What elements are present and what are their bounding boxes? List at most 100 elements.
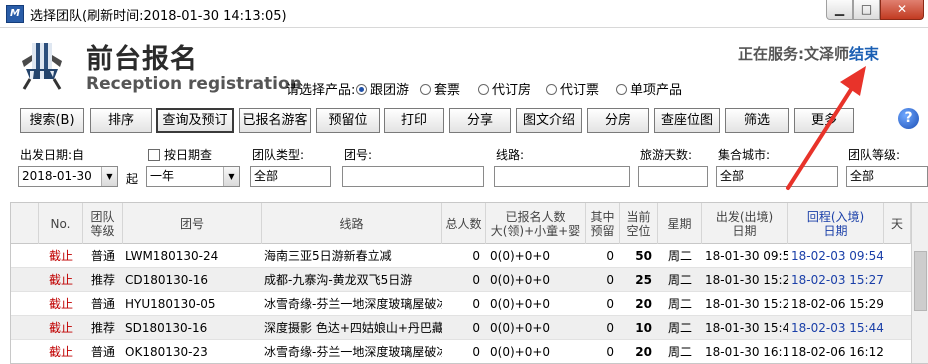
depart-cell: 18-01-30 15:44	[705, 321, 788, 335]
header-cell-no[interactable]: No.	[39, 203, 83, 244]
total-cell: 0	[472, 273, 480, 287]
maximize-button[interactable]: □	[853, 0, 880, 20]
table-row[interactable]: 截止 普通 HYU180130-05 冰雪奇缘-芬兰一地深度玻璃屋破冰 0 0(…	[11, 292, 928, 316]
return-cell: 18-02-06 15:29	[791, 297, 884, 311]
table-row[interactable]: 截止 普通 LWM180130-24 海南三亚5日游新春立减 0 0(0)+0+…	[11, 244, 928, 268]
table-row[interactable]: 截止 推荐 SD180130-16 深度摄影 色达+四姑娘山+丹巴藏寨 0 0(…	[11, 316, 928, 340]
level-cell: 普通	[90, 345, 115, 359]
radio-icon	[616, 84, 627, 95]
header-cell-total[interactable]: 总人数	[442, 203, 486, 244]
registered-cell: 0(0)+0+0	[490, 345, 551, 359]
depart-cell: 18-01-30 16:12	[705, 345, 788, 359]
registered-tourists-button[interactable]: 已报名游客	[239, 108, 311, 133]
level-field[interactable]: 全部	[846, 166, 928, 187]
room-allocation-button[interactable]: 分房	[587, 108, 649, 133]
header-cell-return[interactable]: 回程(入境) 日期	[788, 203, 884, 244]
close-button[interactable]: ✕	[880, 0, 924, 20]
product-radio-single[interactable]: 单项产品	[616, 79, 682, 98]
query-book-button[interactable]: 查询及预订	[156, 108, 234, 133]
share-button[interactable]: 分享	[449, 108, 511, 133]
level-cell: 普通	[90, 249, 115, 263]
reserved-cell: 0	[606, 321, 614, 335]
team-type-field[interactable]: 全部	[250, 166, 331, 187]
return-cell: 18-02-03 09:54	[791, 249, 884, 263]
status-cell: 截止	[48, 249, 73, 263]
service-status: 正在服务:文泽师结束	[738, 45, 880, 63]
product-radio-hotel[interactable]: 代订房	[478, 79, 531, 98]
sort-button[interactable]: 排序	[90, 108, 152, 133]
team-cell: SD180130-16	[125, 321, 208, 335]
header-cell-route[interactable]: 线路	[262, 203, 442, 244]
registered-cell: 0(0)+0+0	[490, 297, 551, 311]
checkbox-icon	[148, 149, 160, 161]
depart-cell: 18-01-30 15:29	[705, 297, 788, 311]
status-cell: 截止	[48, 321, 73, 335]
depart-date-picker[interactable]: 2018-01-30 ▼	[18, 166, 118, 187]
reserved-cell: 0	[606, 249, 614, 263]
weekday-cell: 周二	[667, 321, 692, 335]
team-table: No. 团队 等级 团号 线路 总人数 已报名人数 大(领)+小童+婴 其中 预…	[10, 202, 928, 364]
header-cell-level[interactable]: 团队 等级	[83, 203, 123, 244]
route-cell: 深度摄影 色达+四姑娘山+丹巴藏寨	[264, 321, 442, 335]
scrollbar-thumb[interactable]	[914, 251, 927, 311]
days-field[interactable]	[638, 166, 708, 187]
dropdown-arrow-icon[interactable]: ▼	[101, 167, 117, 186]
filter-panel: 出发日期:自 按日期查 团队类型: 团号: 线路: 旅游天数: 集合城市: 团队…	[0, 140, 928, 198]
total-cell: 0	[472, 249, 480, 263]
route-field[interactable]	[494, 166, 630, 187]
header-cell-team[interactable]: 团号	[123, 203, 262, 244]
seat-map-button[interactable]: 查座位图	[654, 108, 720, 133]
weekday-cell: 周二	[667, 249, 692, 263]
team-cell: CD180130-16	[125, 273, 209, 287]
header-cell-weekday[interactable]: 星期	[658, 203, 702, 244]
return-cell: 18-02-03 15:44	[791, 321, 884, 335]
period-select[interactable]: 一年 ▼	[146, 166, 240, 187]
route-cell: 海南三亚5日游新春立减	[264, 249, 392, 263]
table-row[interactable]: 截止 普通 OK180130-23 冰雪奇缘-芬兰一地深度玻璃屋破冰 0 0(0…	[11, 340, 928, 363]
header-cell-reserved[interactable]: 其中 预留	[586, 203, 620, 244]
vertical-scrollbar[interactable]	[911, 203, 928, 363]
end-service-link[interactable]: 结束	[849, 45, 879, 63]
vacant-cell: 20	[635, 345, 652, 359]
team-cell: LWM180130-24	[125, 249, 219, 263]
help-icon[interactable]: ?	[898, 108, 919, 129]
header-cell-vacant[interactable]: 当前 空位	[620, 203, 658, 244]
by-date-checkbox[interactable]: 按日期查	[148, 146, 212, 163]
dropdown-arrow-icon[interactable]: ▼	[223, 167, 239, 186]
table-header: No. 团队 等级 团号 线路 总人数 已报名人数 大(领)+小童+婴 其中 预…	[11, 203, 928, 244]
team-no-field[interactable]	[342, 166, 484, 187]
search-button[interactable]: 搜索(B)	[20, 108, 84, 133]
reserve-seat-button[interactable]: 预留位	[316, 108, 380, 133]
header-cell-depart[interactable]: 出发(出境) 日期	[702, 203, 788, 244]
filter-button[interactable]: 筛选	[725, 108, 789, 133]
app-icon: M	[6, 5, 24, 23]
route-label: 线路:	[496, 148, 525, 162]
days-label: 旅游天数:	[640, 148, 693, 162]
product-radio-ticket[interactable]: 代订票	[546, 79, 599, 98]
product-radio-package[interactable]: 套票	[420, 79, 460, 98]
minimize-button[interactable]: ▁	[826, 0, 853, 20]
product-label: 请选择产品:	[286, 83, 356, 98]
graphic-intro-button[interactable]: 图文介绍	[516, 108, 582, 133]
route-cell: 冰雪奇缘-芬兰一地深度玻璃屋破冰	[264, 345, 442, 359]
title-bar: M 选择团队(刷新时间:2018-01-30 14:13:05) ▁ □ ✕	[0, 0, 928, 28]
header-cell-status	[11, 203, 39, 244]
weekday-cell: 周二	[667, 273, 692, 287]
product-radio-group-tour[interactable]: 跟团游	[356, 79, 409, 98]
header-cell-days[interactable]: 天	[884, 203, 911, 244]
weekday-cell: 周二	[667, 345, 692, 359]
city-field[interactable]: 全部	[716, 166, 838, 187]
more-button[interactable]: 更多	[794, 108, 854, 133]
registered-cell: 0(0)+0+0	[490, 249, 551, 263]
header-cell-registered[interactable]: 已报名人数 大(领)+小童+婴	[486, 203, 586, 244]
registered-cell: 0(0)+0+0	[490, 321, 551, 335]
vacant-cell: 50	[635, 249, 652, 263]
status-cell: 截止	[48, 273, 73, 287]
city-label: 集合城市:	[718, 148, 771, 162]
print-button[interactable]: 打印	[384, 108, 444, 133]
radio-selected-icon	[356, 84, 367, 95]
return-cell: 18-02-06 16:12	[791, 345, 884, 359]
table-row[interactable]: 截止 推荐 CD180130-16 成都-九寨沟-黄龙双飞5日游 0 0(0)+…	[11, 268, 928, 292]
team-cell: OK180130-23	[125, 345, 208, 359]
window-title: 选择团队(刷新时间:2018-01-30 14:13:05)	[30, 9, 287, 24]
